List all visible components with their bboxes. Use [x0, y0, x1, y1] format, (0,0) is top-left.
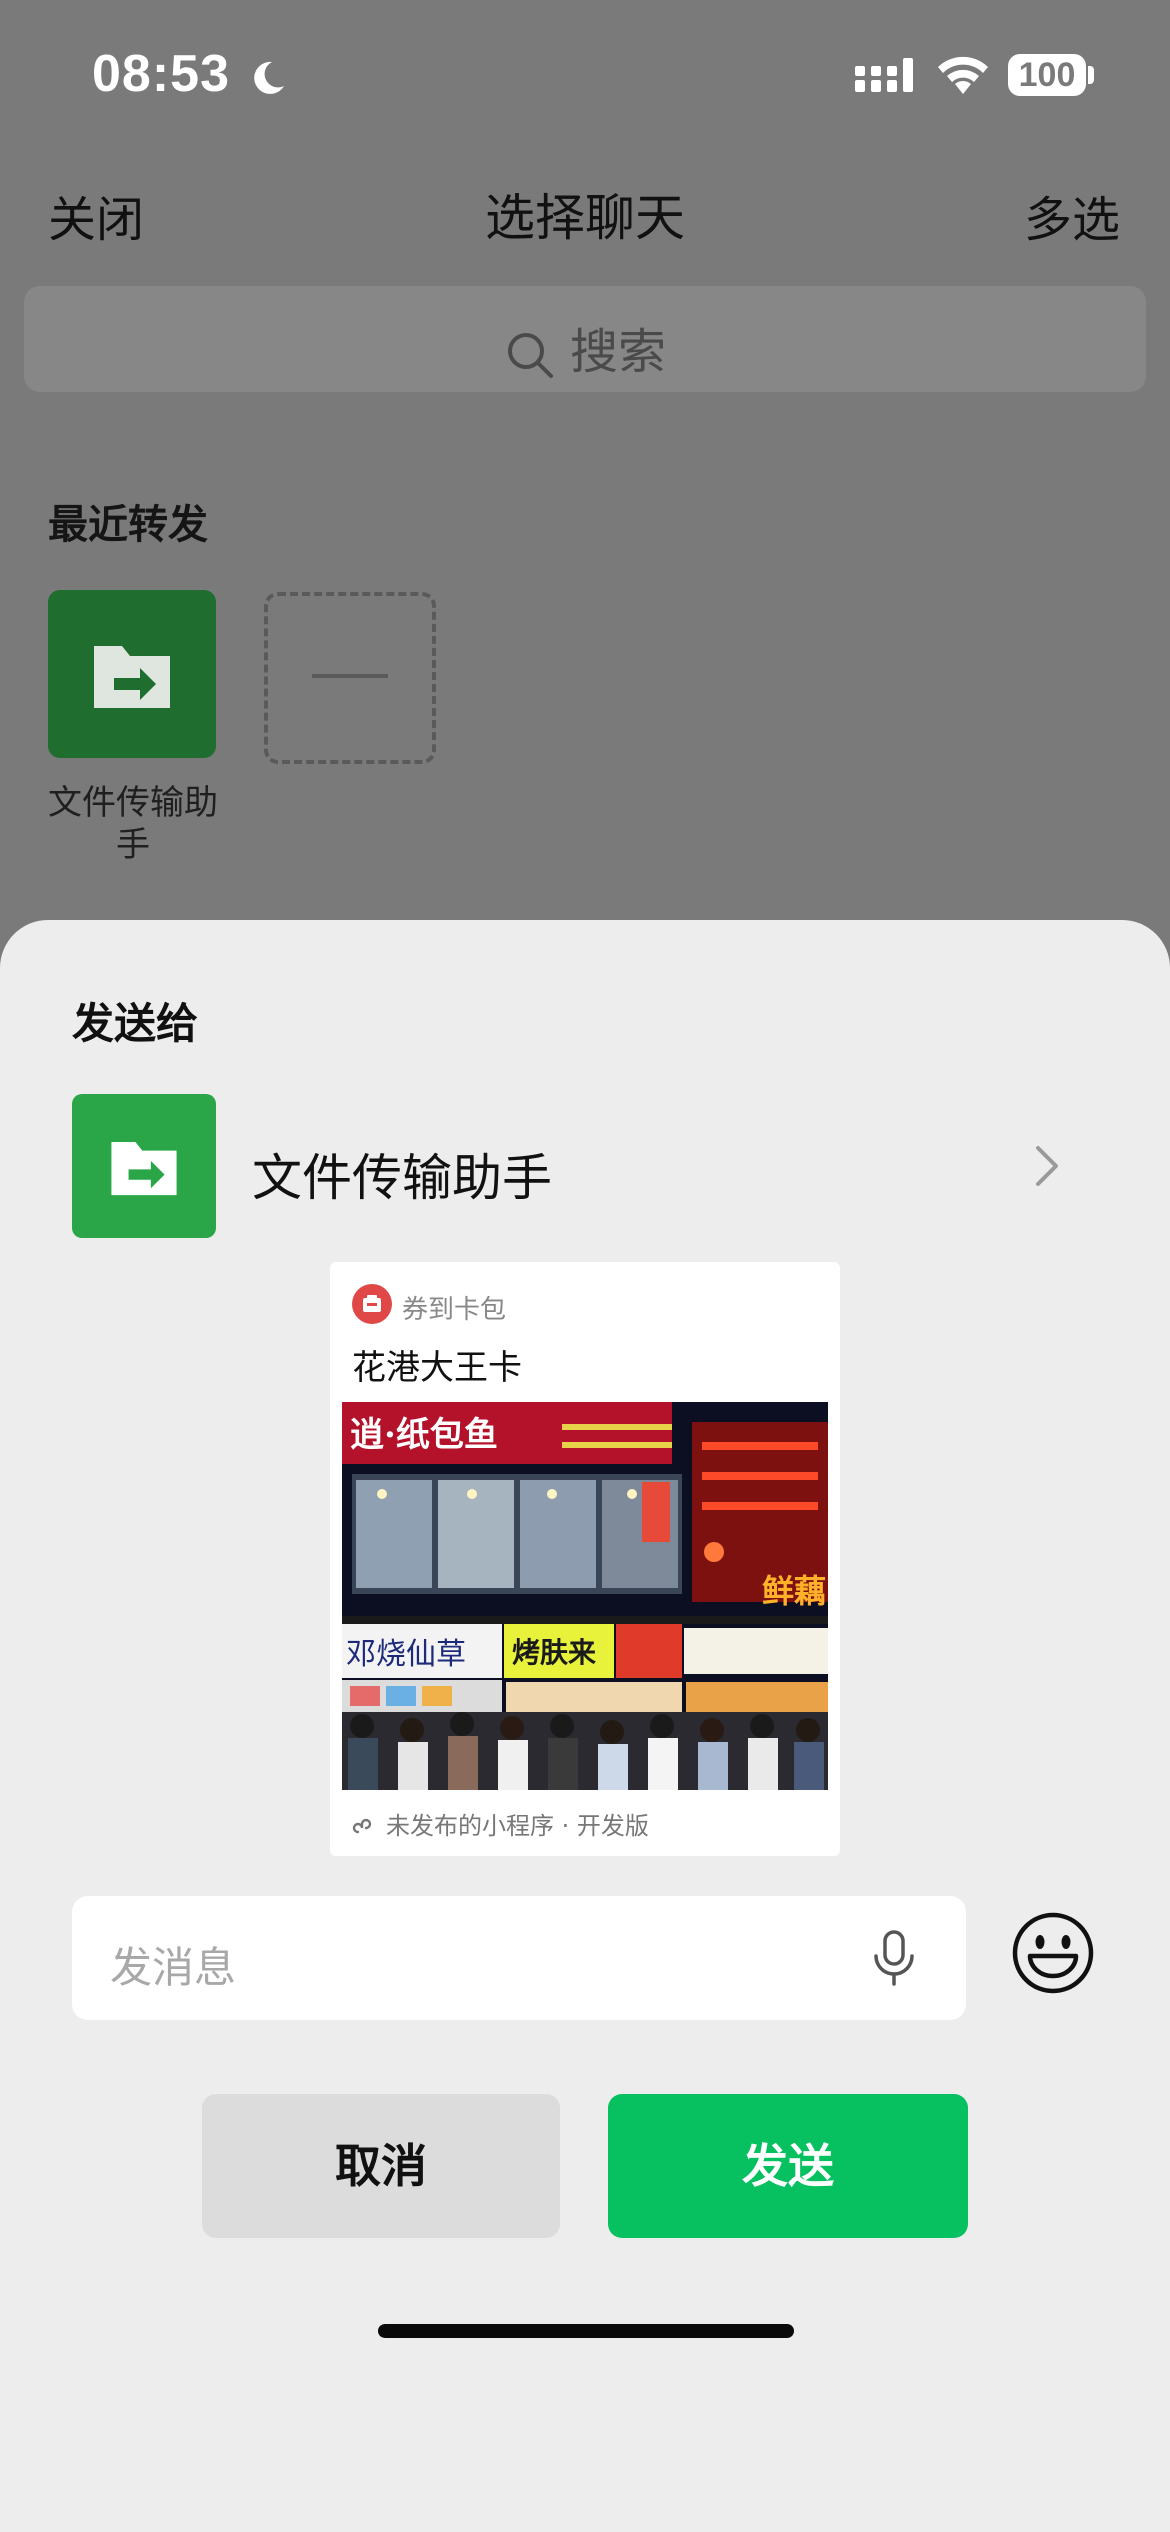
moon-icon	[254, 61, 284, 94]
sign-text-right: 鲜藕	[762, 1572, 826, 1610]
mini-program-card: 券到卡包 花港大王卡 逍·纸包鱼 鲜藕 邓烧仙草 烤肤来 未发布的小程序 · 开…	[330, 1262, 840, 1856]
send-sheet: 发送给 文件传输助手 券到卡包 花港大王卡 逍·纸包鱼 鲜藕 邓烧仙草 烤肤来 …	[0, 920, 1170, 2532]
signal-icon	[855, 58, 913, 92]
battery-icon: 100	[1008, 54, 1086, 96]
card-app-name: 券到卡包	[402, 1295, 507, 1325]
card-footer: 未发布的小程序 · 开发版	[352, 1806, 649, 1841]
recent-empty-slot	[264, 592, 436, 764]
recent-forward-title: 最近转发	[48, 502, 208, 548]
send-target-name: 文件传输助手	[252, 1149, 552, 1207]
page-title: 选择聊天	[485, 189, 685, 247]
cancel-button[interactable]: 取消	[202, 2094, 560, 2238]
send-button[interactable]: 发送	[608, 2094, 968, 2238]
sign-text-left: 邓烧仙草	[346, 1637, 466, 1672]
message-input[interactable]: 发消息	[72, 1896, 966, 2020]
mini-program-icon	[352, 1818, 372, 1834]
card-title: 花港大王卡	[352, 1348, 522, 1388]
multi-select-button[interactable]: 多选	[1024, 180, 1120, 250]
battery-nub	[1088, 66, 1094, 84]
status-time: 08:53	[92, 45, 230, 103]
status-bar: 08:53 100	[0, 0, 1170, 150]
microphone-icon[interactable]	[872, 1930, 916, 1986]
sign-text-top: 逍·纸包鱼	[350, 1415, 498, 1455]
folder-arrow-icon	[111, 1142, 177, 1196]
search-icon	[507, 333, 553, 378]
chevron-right-icon	[1036, 1146, 1058, 1186]
wallet-icon	[352, 1284, 392, 1324]
send-to-label: 发送给	[72, 999, 199, 1048]
search-placeholder: 搜索	[569, 324, 666, 380]
recent-item-file-transfer[interactable]	[48, 590, 216, 758]
send-target-row[interactable]: 文件传输助手	[72, 1094, 1072, 1238]
search-bar[interactable]: 搜索	[24, 286, 1146, 392]
emoji-icon[interactable]	[1008, 1908, 1098, 1998]
wifi-icon	[938, 56, 988, 94]
card-footer-text: 未发布的小程序 · 开发版	[386, 1812, 649, 1840]
recent-item-label: 文件传输助手	[48, 783, 218, 865]
home-indicator	[378, 2324, 794, 2338]
message-placeholder: 发消息	[110, 1943, 237, 1992]
sign-text-mid: 烤肤来	[512, 1636, 596, 1669]
card-photo: 逍·纸包鱼 鲜藕 邓烧仙草 烤肤来	[342, 1402, 828, 1790]
avatar	[72, 1094, 216, 1238]
folder-arrow-icon	[94, 646, 170, 708]
